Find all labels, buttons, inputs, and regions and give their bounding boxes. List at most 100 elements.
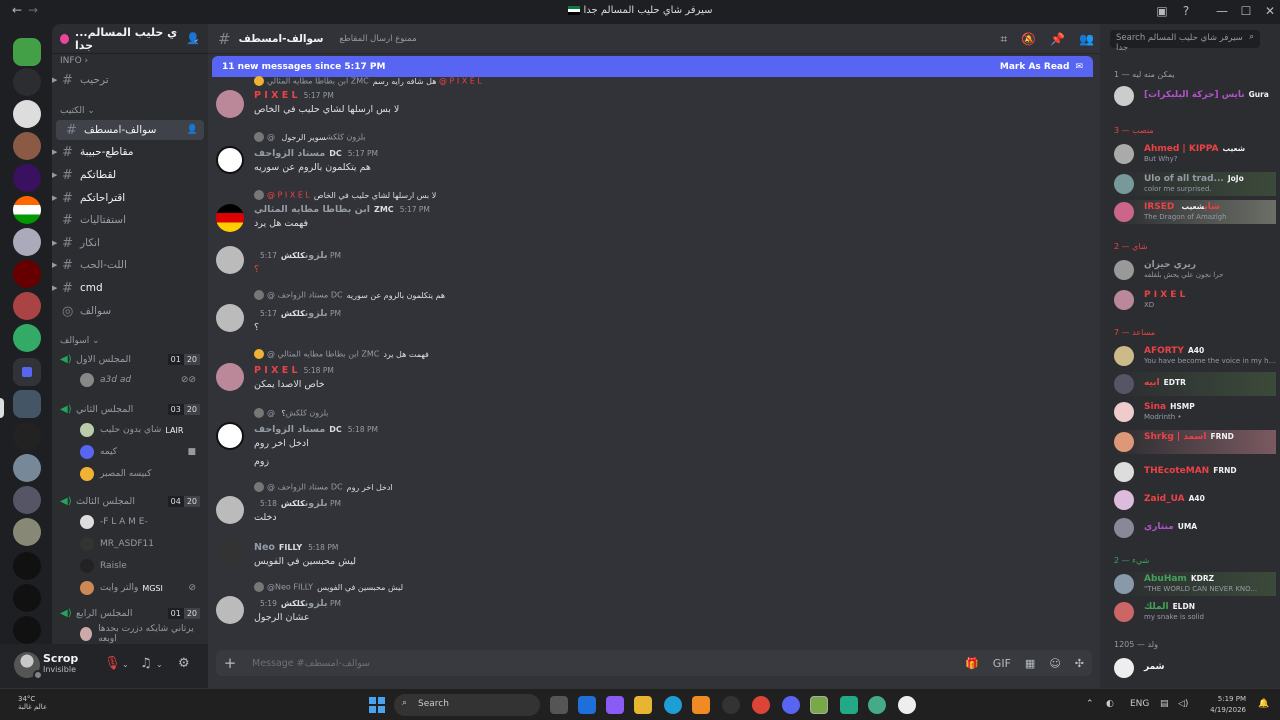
composer-placeholder[interactable]: Message #سوالف-امسطف <box>252 658 370 669</box>
emoji-icon[interactable]: ☺ <box>1049 657 1060 670</box>
voice-user[interactable]: كيمه ■ <box>80 444 200 460</box>
server-icon[interactable] <box>13 518 41 546</box>
category-voice[interactable]: اسوالف ⌄ <box>60 336 100 346</box>
avatar[interactable] <box>216 363 244 391</box>
taskbar-search[interactable]: ⌕ Search <box>394 694 540 716</box>
server-icon-active[interactable] <box>13 390 41 418</box>
avatar[interactable] <box>216 90 244 118</box>
message-author[interactable]: بلزونكلكش5:17 PM <box>254 308 341 319</box>
avatar[interactable] <box>216 496 244 524</box>
chevron-down-icon[interactable]: ⌄ <box>156 660 163 669</box>
server-icon[interactable] <box>13 454 41 482</box>
threads-icon[interactable]: ⌗ <box>1000 32 1007 47</box>
channel-topic[interactable]: ممنوع ارسال المقاطع <box>339 34 416 44</box>
server-header[interactable]: ...ي حليب المسالم جدا ⌄ 👤 <box>52 24 208 54</box>
voice-user[interactable]: Raisle <box>80 558 200 574</box>
headphones-icon[interactable]: ♫ <box>140 656 152 671</box>
reply-preview[interactable]: @ مستاد الزواحف DC هم يتكلمون بالروم عن س… <box>254 290 445 300</box>
language-icon[interactable]: ENG <box>1130 699 1149 709</box>
member-item[interactable]: ريري حيزان حرا نجون علي يحش بلقلفه <box>1114 258 1276 282</box>
task-view-icon[interactable] <box>550 696 568 714</box>
tray-app-icon[interactable]: ◐ <box>1106 699 1114 709</box>
server-icon[interactable] <box>13 164 41 192</box>
edge-icon[interactable] <box>664 696 682 714</box>
steam-icon[interactable] <box>722 696 740 714</box>
member-item[interactable]: منتاري UMA <box>1114 516 1276 540</box>
app-icon[interactable] <box>840 696 858 714</box>
channel-item[interactable]: ▶ # اللت-الحب <box>52 255 200 275</box>
voice-channel[interactable]: ◀) المجلس الثالث 04 20 <box>60 492 200 510</box>
channel-item[interactable]: ◎ سوالف <box>52 301 200 321</box>
server-icon[interactable] <box>13 616 41 644</box>
server-icon[interactable] <box>13 196 41 224</box>
channel-active[interactable]: # سوالف-امسطف 👤 <box>56 120 204 140</box>
gif-icon[interactable]: GIF <box>993 657 1011 670</box>
avatar[interactable] <box>216 540 244 568</box>
channel-item[interactable]: ▶ # اقتراحاتكم <box>52 188 200 208</box>
volume-icon[interactable]: ◁) <box>1178 699 1188 709</box>
server-icon[interactable] <box>13 68 41 96</box>
voice-user[interactable]: -F L A M E- <box>80 514 200 530</box>
author-name[interactable]: بلزون <box>305 250 328 261</box>
channel-item[interactable]: # استفتاليات <box>52 210 200 230</box>
avatar[interactable] <box>216 246 244 274</box>
mic-muted-icon[interactable]: 🎙 <box>104 656 121 671</box>
minimize-button[interactable]: — <box>1212 4 1232 18</box>
channel-item[interactable]: ▶ # لقطاتكم <box>52 165 200 185</box>
avatar[interactable] <box>216 422 244 450</box>
member-item[interactable]: نايس [حركة البلبكرات] Gura <box>1114 84 1276 108</box>
discord-icon[interactable] <box>782 696 800 714</box>
app-icon[interactable] <box>810 696 828 714</box>
voice-channel[interactable]: ◀) المجلس الرابع 01 20 <box>60 604 200 622</box>
server-icon[interactable] <box>13 292 41 320</box>
add-member-icon[interactable]: 👤 <box>186 32 200 45</box>
server-icon[interactable] <box>13 260 41 288</box>
voice-channel[interactable]: ◀) المجلس الاول 01 20 <box>60 350 200 368</box>
channel-item[interactable]: ▶ # cmd <box>52 278 200 298</box>
member-item[interactable]: THEcoteMAN FRND <box>1114 460 1276 484</box>
notification-bell-icon[interactable]: 🔔 <box>1258 699 1269 709</box>
avatar[interactable] <box>216 304 244 332</box>
channel-item[interactable]: ▶ # مقاطع-حبيبة <box>52 142 200 162</box>
member-item[interactable]: AFORTY A40 You have become the voice in my… <box>1114 344 1276 368</box>
network-icon[interactable]: ▤ <box>1160 699 1169 709</box>
windows-start-icon[interactable] <box>369 697 385 713</box>
author-name[interactable]: P I X E L <box>254 90 298 101</box>
sticker-icon[interactable]: ▦ <box>1025 657 1035 670</box>
message-author[interactable]: P I X E L 5:17 PM <box>254 90 334 101</box>
server-icon[interactable] <box>13 132 41 160</box>
server-icon[interactable] <box>13 100 41 128</box>
voice-user[interactable]: والتر وايت MGSI ⊘ <box>80 580 200 596</box>
member-item[interactable]: شمر <box>1114 656 1276 680</box>
author-name[interactable]: ابن بطاطا مطايه المثالي <box>254 204 370 215</box>
message-author[interactable]: ابن بطاطا مطايه المثالي ZMC 5:17 PM <box>254 204 430 215</box>
notification-muted-icon[interactable]: 🔕 <box>1021 32 1036 47</box>
attach-plus-icon[interactable]: + <box>216 654 244 672</box>
member-item[interactable]: P I X E L XD <box>1114 288 1276 312</box>
chrome-icon[interactable] <box>752 696 770 714</box>
author-name[interactable]: بلزون <box>305 308 328 319</box>
chevron-down-icon[interactable]: ⌄ <box>122 660 129 669</box>
pin-icon[interactable]: 📌 <box>1050 32 1065 47</box>
server-icon[interactable] <box>13 552 41 580</box>
voice-user[interactable]: يرتاني شايكه دزرت بحدها اوبعه <box>80 624 200 644</box>
new-messages-bar[interactable]: 11 new messages since 5:17 PM Mark As Re… <box>212 56 1093 77</box>
message-author[interactable]: بلزونكلكش5:18 PM <box>254 498 341 509</box>
member-item[interactable]: AbuHam KDRZ "THE WORLD CAN NEVER KNO... <box>1114 572 1276 596</box>
server-icon-direct[interactable] <box>13 38 41 66</box>
add-member-icon[interactable]: 👤 <box>187 125 198 135</box>
voice-user[interactable]: a3d ad ⊘⊘ <box>80 372 200 388</box>
weather-widget[interactable]: 34°C عالم غالبة <box>18 695 47 711</box>
mark-as-read-button[interactable]: Mark As Read <box>1000 62 1070 72</box>
voice-channel[interactable]: ◀) المجلس الثاني 03 20 <box>60 400 200 418</box>
reply-preview[interactable]: @Neo FILLY ليش محبسين في الفويس <box>254 582 403 592</box>
member-item[interactable]: الملك ELDN my snake is solid <box>1114 600 1276 624</box>
maximize-button[interactable]: ☐ <box>1236 4 1256 18</box>
reply-preview[interactable]: @ مستاد الزواحف DC ادخل اخر روم <box>254 482 393 492</box>
channel-item[interactable]: ▶ # انكار <box>52 233 200 253</box>
reply-preview[interactable]: @ ابن بطاطا مطايه المثالي ZMC فهمت هل يرد <box>254 349 429 359</box>
member-item[interactable]: IRSED شايشعيب The Dragon of Amazigh <box>1114 200 1276 224</box>
author-name[interactable]: P I X E L <box>254 365 298 376</box>
reply-preview[interactable]: @ بلزون كلكشسوير الرجول <box>254 132 366 142</box>
member-item[interactable]: Ahmed | KIPPA شعيب But Why? <box>1114 142 1276 166</box>
